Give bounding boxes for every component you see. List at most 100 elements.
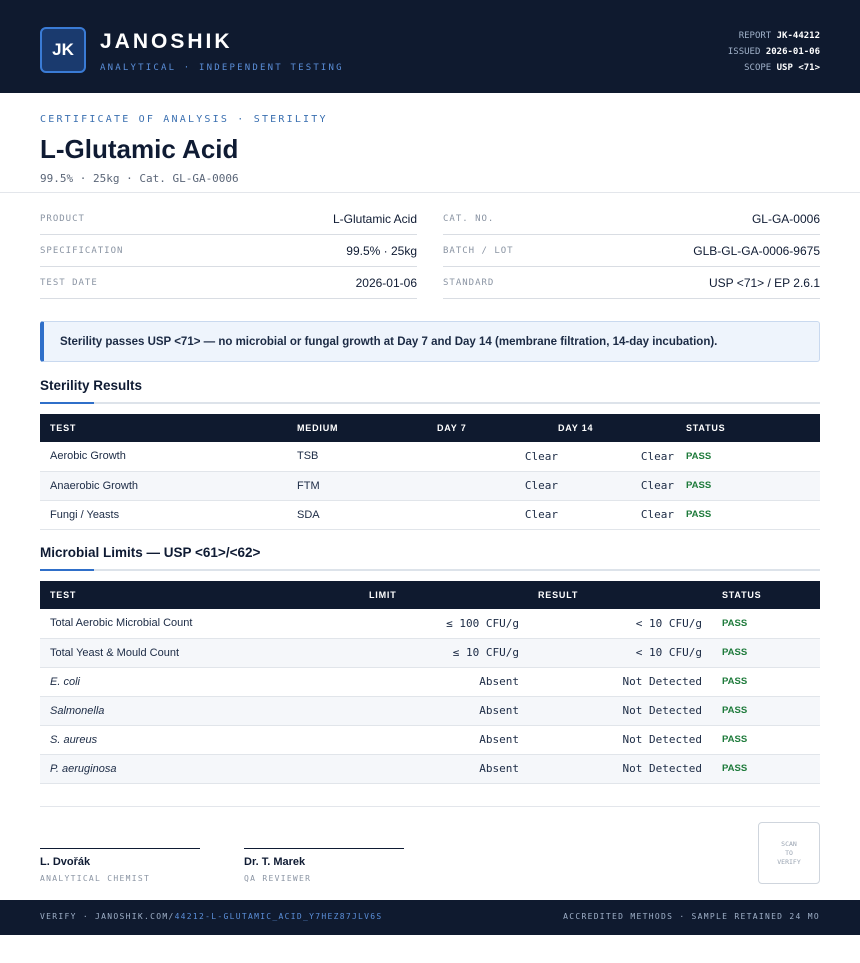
table-header-row: TEST LIMIT RESULT STATUS bbox=[40, 581, 820, 609]
table-row: Fungi / Yeasts SDA Clear Clear PASS bbox=[40, 500, 820, 530]
info-label: SPECIFICATION bbox=[40, 245, 124, 256]
medium: FTM bbox=[297, 471, 437, 501]
section-rule-accent bbox=[40, 402, 94, 404]
info-row-batch: BATCH / LOT GLB-GL-GA-0006-9675 bbox=[443, 235, 820, 267]
status-badge: PASS bbox=[686, 471, 820, 501]
issued-date: 2026-01-06 bbox=[765, 47, 820, 57]
signatory-name: L. Dvořák bbox=[40, 856, 91, 868]
microbial-limits-table: TEST LIMIT RESULT STATUS Total Aerobic M… bbox=[40, 581, 820, 784]
brand-name: JANOSHIK bbox=[100, 30, 233, 53]
brand-tagline: ANALYTICAL · INDEPENDENT TESTING bbox=[100, 63, 344, 73]
page-title: L-Glutamic Acid bbox=[40, 134, 239, 164]
info-row-standard: STANDARD USP <71> / EP 2.6.1 bbox=[443, 267, 820, 299]
info-value: GLB-GL-GA-0006-9675 bbox=[693, 243, 820, 258]
day14-result: Clear bbox=[558, 471, 686, 501]
test-name: S. aureus bbox=[40, 725, 369, 755]
info-value: 2026-01-06 bbox=[355, 275, 417, 290]
info-row-specification: SPECIFICATION 99.5% · 25kg bbox=[40, 235, 417, 267]
test-name: E. coli bbox=[40, 667, 369, 697]
column-header: TEST bbox=[50, 423, 77, 433]
result: Not Detected bbox=[519, 754, 702, 784]
info-label: STANDARD bbox=[443, 277, 495, 288]
signatory-role: QA REVIEWER bbox=[244, 874, 312, 883]
signature-line bbox=[40, 848, 200, 849]
test-name: Salmonella bbox=[40, 696, 369, 726]
day7-result: Clear bbox=[437, 500, 558, 530]
status-badge: PASS bbox=[702, 638, 820, 668]
info-row-cat-no: CAT. NO. GL-GA-0006 bbox=[443, 203, 820, 235]
day7-result: Clear bbox=[437, 442, 558, 472]
status-badge: PASS bbox=[702, 667, 820, 697]
column-header: LIMIT bbox=[369, 590, 397, 600]
info-value: L-Glutamic Acid bbox=[332, 211, 417, 226]
column-header: TEST bbox=[50, 590, 77, 600]
logo: JK bbox=[40, 27, 86, 73]
status-badge: PASS bbox=[686, 442, 820, 472]
test-name: Total Yeast & Mould Count bbox=[40, 638, 369, 668]
footer-note: ACCREDITED METHODS · SAMPLE RETAINED 24 … bbox=[563, 912, 820, 921]
verify-prefix: VERIFY · JANOSHIK.COM/ bbox=[40, 912, 175, 921]
test-name: P. aeruginosa bbox=[40, 754, 369, 784]
column-header: DAY 14 bbox=[558, 423, 594, 433]
qr-label-line: VERIFY bbox=[777, 857, 801, 866]
report-label: REPORT bbox=[738, 31, 772, 41]
scope-value: USP <71> bbox=[776, 63, 820, 73]
test-name: Fungi / Yeasts bbox=[40, 500, 297, 530]
info-label: TEST DATE bbox=[40, 277, 98, 288]
result: < 10 CFU/g bbox=[519, 609, 702, 639]
issued-row: ISSUED 2026-01-06 bbox=[728, 44, 820, 60]
info-value: GL-GA-0006 bbox=[751, 211, 820, 226]
column-header: DAY 7 bbox=[437, 423, 467, 433]
result: Not Detected bbox=[519, 696, 702, 726]
column-header: STATUS bbox=[722, 590, 762, 600]
limit: Absent bbox=[369, 696, 519, 726]
report-footer: VERIFY · JANOSHIK.COM/44212-L-GLUTAMIC_A… bbox=[0, 900, 860, 935]
report-id: JK-44212 bbox=[776, 31, 820, 41]
report-id-row: REPORT JK-44212 bbox=[728, 28, 820, 44]
info-value: USP <71> / EP 2.6.1 bbox=[709, 275, 820, 290]
qr-label: SCAN TO VERIFY bbox=[777, 840, 800, 867]
table-row: S. aureus Absent Not Detected PASS bbox=[40, 725, 820, 755]
qr-label-line: SCAN bbox=[781, 839, 797, 848]
page-subtitle: 99.5% · 25kg · Cat. GL-GA-0006 bbox=[40, 172, 239, 185]
signatory-role: ANALYTICAL CHEMIST bbox=[40, 874, 151, 883]
result: Not Detected bbox=[519, 725, 702, 755]
limit: Absent bbox=[369, 667, 519, 697]
signatory-name: Dr. T. Marek bbox=[244, 856, 306, 868]
product-info-left: PRODUCT L-Glutamic Acid SPECIFICATION 99… bbox=[40, 203, 417, 299]
test-name: Total Aerobic Microbial Count bbox=[40, 609, 369, 639]
scope-label: SCOPE bbox=[744, 63, 772, 73]
certificate-type: CERTIFICATE OF ANALYSIS · STERILITY bbox=[40, 114, 328, 125]
column-header: MEDIUM bbox=[297, 423, 339, 433]
info-row-test-date: TEST DATE 2026-01-06 bbox=[40, 267, 417, 299]
qr-code-placeholder[interactable]: SCAN TO VERIFY bbox=[758, 822, 820, 884]
product-info-right: CAT. NO. GL-GA-0006 BATCH / LOT GLB-GL-G… bbox=[443, 203, 820, 299]
table-row: P. aeruginosa Absent Not Detected PASS bbox=[40, 754, 820, 784]
limit: ≤ 100 CFU/g bbox=[369, 609, 519, 639]
verify-link[interactable]: 44212-L-GLUTAMIC_ACID_Y7HEZ87JLV6S bbox=[175, 912, 383, 921]
result: Not Detected bbox=[519, 667, 702, 697]
microbial-section-title: Microbial Limits — USP <61>/<62> bbox=[40, 545, 261, 560]
info-label: CAT. NO. bbox=[443, 213, 495, 224]
column-header: RESULT bbox=[538, 590, 579, 600]
table-row: Total Aerobic Microbial Count ≤ 100 CFU/… bbox=[40, 609, 820, 639]
table-row: Aerobic Growth TSB Clear Clear PASS bbox=[40, 442, 820, 472]
day7-result: Clear bbox=[437, 471, 558, 501]
table-row: Anaerobic Growth FTM Clear Clear PASS bbox=[40, 471, 820, 501]
status-badge: PASS bbox=[702, 696, 820, 726]
result-summary-callout: Sterility passes USP <71> — no microbial… bbox=[40, 321, 820, 362]
medium: SDA bbox=[297, 500, 437, 530]
table-row: Salmonella Absent Not Detected PASS bbox=[40, 696, 820, 726]
info-label: PRODUCT bbox=[40, 213, 85, 224]
report-header: JK JANOSHIK ANALYTICAL · INDEPENDENT TES… bbox=[0, 0, 860, 93]
sterility-section-title: Sterility Results bbox=[40, 378, 143, 393]
status-badge: PASS bbox=[686, 500, 820, 530]
test-name: Aerobic Growth bbox=[40, 442, 297, 472]
status-badge: PASS bbox=[702, 754, 820, 784]
scope-row: SCOPE USP <71> bbox=[728, 60, 820, 76]
issued-label: ISSUED bbox=[727, 47, 761, 57]
info-value: 99.5% · 25kg bbox=[346, 243, 417, 258]
sterility-table: TEST MEDIUM DAY 7 DAY 14 STATUS Aerobic … bbox=[40, 414, 820, 530]
column-header: STATUS bbox=[686, 423, 726, 433]
table-row: Total Yeast & Mould Count ≤ 10 CFU/g < 1… bbox=[40, 638, 820, 668]
